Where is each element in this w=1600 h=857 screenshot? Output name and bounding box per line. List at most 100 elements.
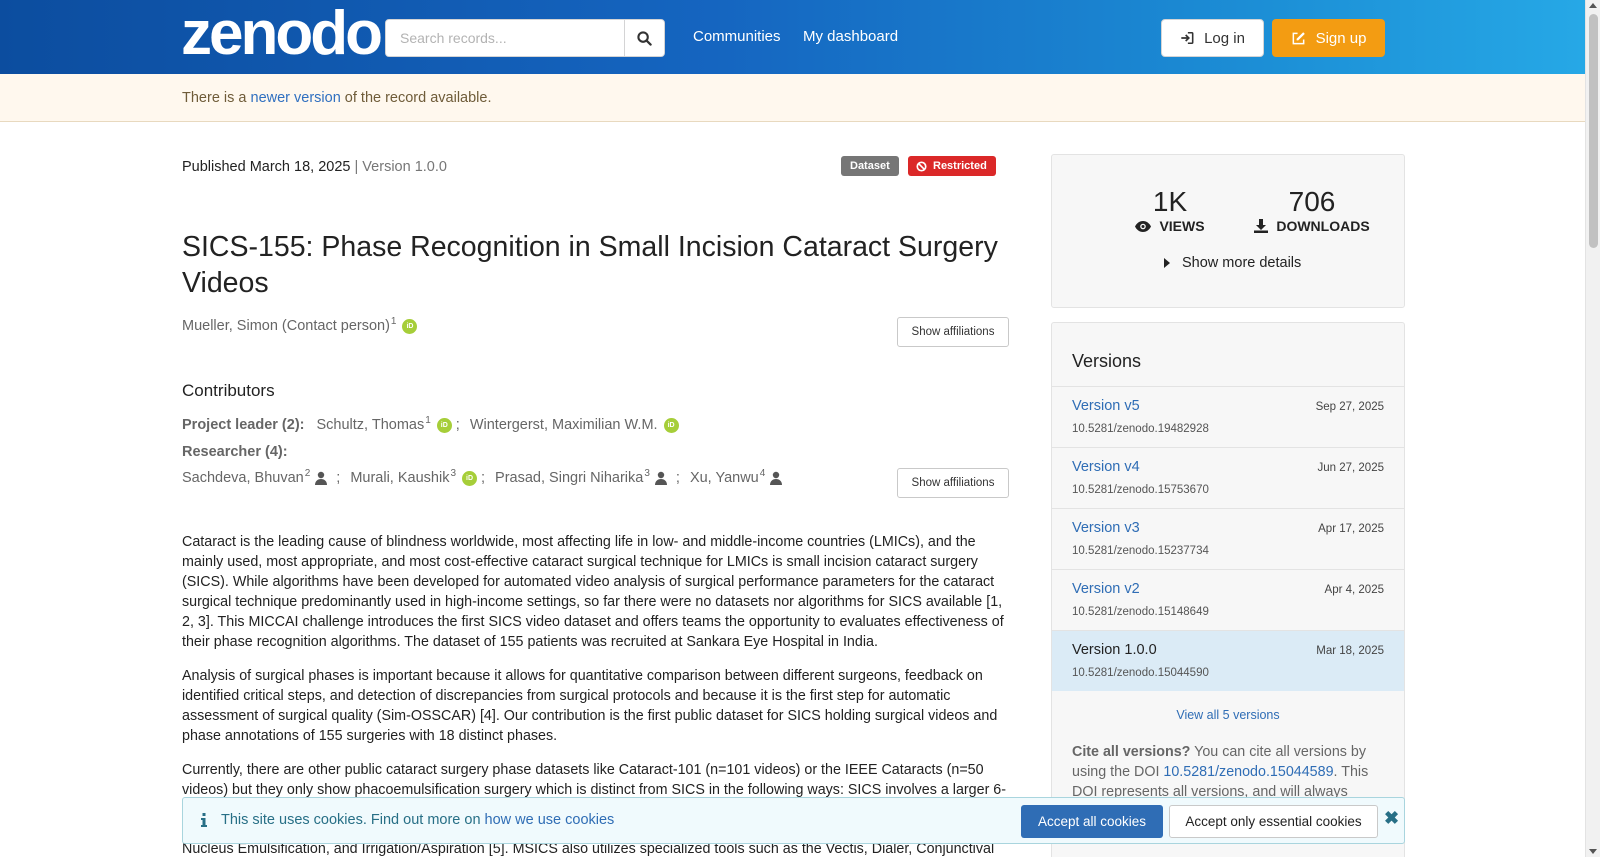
contributor-name[interactable]: Xu, Yanwu (690, 470, 759, 486)
contributor-affiliation-number: 3 (450, 467, 457, 479)
contributor-name[interactable]: Sachdeva, Bhuvan (182, 470, 304, 486)
contributor-name[interactable]: Schultz, Thomas (317, 417, 425, 433)
version-row[interactable]: Version v3 Apr 17, 2025 10.5281/zenodo.1… (1052, 508, 1404, 569)
views-count: 1K (1152, 186, 1188, 217)
versions-card: Versions Version v5 Sep 27, 2025 10.5281… (1051, 322, 1405, 857)
orcid-icon[interactable]: iD (402, 318, 418, 334)
page-scrollbar[interactable] (1585, 0, 1600, 857)
person-icon (654, 471, 667, 485)
creator: Mueller, Simon (Contact person) 1 iD (182, 315, 418, 334)
nav-my-dashboard[interactable]: My dashboard (803, 28, 898, 45)
close-icon[interactable]: ✖ (1384, 809, 1399, 827)
version-date: Mar 18, 2025 (1316, 645, 1384, 657)
downloads-label: DOWNLOADS (1276, 218, 1370, 234)
version-name[interactable]: Version v2 (1072, 581, 1140, 597)
scroll-down-arrow-icon[interactable] (1589, 849, 1597, 854)
eye-icon (1135, 220, 1152, 232)
accept-all-cookies-button[interactable]: Accept all cookies (1021, 805, 1163, 838)
version-doi: 10.5281/zenodo.15753670 (1072, 484, 1209, 496)
project-leader-role: Project leader (2): (182, 417, 305, 433)
separator: ; (675, 470, 680, 486)
published-date: Published March 18, 2025 (182, 159, 351, 175)
researcher-role-row: Researcher (4): (182, 444, 300, 460)
version-doi: 10.5281/zenodo.15237734 (1072, 545, 1209, 557)
versions-heading: Versions (1072, 351, 1142, 371)
view-all-versions-link[interactable]: View all 5 versions (1052, 708, 1404, 722)
description-paragraph: Cataract is the leading cause of blindne… (182, 534, 1004, 650)
login-label: Log in (1204, 29, 1245, 47)
cookie-text: This site uses cookies. Find out more on (221, 812, 485, 828)
show-more-details-toggle[interactable]: Show more details (1164, 255, 1301, 271)
cookie-policy-link[interactable]: how we use cookies (485, 812, 615, 828)
version-date: Sep 27, 2025 (1315, 401, 1384, 413)
newer-version-banner: There is a newer version of the record a… (0, 74, 1585, 122)
search-input[interactable] (386, 20, 626, 56)
scroll-up-arrow-icon[interactable] (1589, 3, 1597, 8)
researcher-role: Researcher (4): (182, 444, 288, 460)
contributor-name[interactable]: Murali, Kaushik (350, 470, 449, 486)
ban-icon (916, 160, 927, 172)
creator-name[interactable]: Mueller, Simon (Contact person) (182, 318, 390, 334)
search-icon (637, 30, 652, 46)
separator: ; (481, 470, 486, 486)
cookie-banner: This site uses cookies. Find out more on… (182, 797, 1405, 844)
contributor-affiliation-number: 1 (425, 414, 431, 426)
orcid-icon[interactable]: iD (462, 470, 478, 486)
version-doi: 10.5281/zenodo.15044590 (1072, 667, 1209, 679)
contributor-affiliation-number: 2 (304, 467, 311, 479)
caret-right-icon (1164, 258, 1170, 268)
version-date: Apr 4, 2025 (1324, 584, 1384, 596)
contributor-affiliation-number: 3 (644, 467, 650, 479)
version-doi: 10.5281/zenodo.15148649 (1072, 606, 1209, 618)
version-row-current[interactable]: Version 1.0.0 Mar 18, 2025 10.5281/zenod… (1052, 630, 1404, 691)
show-affiliations-button[interactable]: Show affiliations (897, 468, 1009, 498)
orcid-icon[interactable]: iD (663, 417, 679, 433)
views-stat: 1K VIEWS (1110, 186, 1230, 234)
resource-type-badge: Dataset (841, 156, 899, 176)
banner-suffix: of the record available. (340, 90, 492, 106)
contributor-name[interactable]: Prasad, Singri Niharika (495, 470, 643, 486)
cite-heading: Cite all versions? (1072, 744, 1191, 760)
newer-version-link[interactable]: newer version (251, 90, 341, 106)
version-row[interactable]: Version v4 Jun 27, 2025 10.5281/zenodo.1… (1052, 447, 1404, 508)
nav-communities[interactable]: Communities (693, 28, 781, 45)
cite-all-versions: Cite all versions? You can cite all vers… (1072, 742, 1390, 802)
version-name[interactable]: Version v5 (1072, 398, 1140, 414)
accept-essential-cookies-button[interactable]: Accept only essential cookies (1169, 805, 1378, 838)
concept-doi-link[interactable]: 10.5281/zenodo.15044589 (1163, 764, 1333, 780)
contributor-affiliation-number: 4 (759, 467, 766, 479)
orcid-icon[interactable]: iD (436, 417, 452, 433)
info-icon (201, 813, 207, 827)
person-icon (315, 471, 328, 485)
sign-in-icon (1181, 31, 1194, 45)
publication-info: Published March 18, 2025 | Version 1.0.0 (182, 159, 447, 175)
creator-affiliation-number: 1 (390, 315, 397, 327)
access-status-badge: Restricted (908, 156, 996, 176)
search-button[interactable] (624, 20, 664, 56)
banner-prefix: There is a (182, 90, 251, 106)
top-navbar: zenodo Communities My dashboard Log in S… (0, 0, 1585, 74)
scrollbar-thumb[interactable] (1589, 14, 1598, 248)
separator: ; (455, 417, 460, 433)
description-paragraph: Analysis of surgical phases is important… (182, 668, 998, 744)
version-doi: 10.5281/zenodo.19482928 (1072, 423, 1209, 435)
researchers-row: Sachdeva, Bhuvan 2 ; Murali, Kaushik 3 iD … (182, 467, 783, 486)
search-box (385, 19, 665, 57)
project-leaders-row: Project leader (2): Schultz, Thomas 1 iD … (182, 414, 679, 433)
downloads-label-row: DOWNLOADS (1242, 218, 1382, 234)
banner-text: There is a newer version of the record a… (182, 90, 492, 106)
signup-button[interactable]: Sign up (1272, 19, 1385, 57)
signup-label: Sign up (1315, 29, 1367, 47)
views-label-row: VIEWS (1110, 218, 1230, 234)
version-name[interactable]: Version v4 (1072, 459, 1140, 475)
login-button[interactable]: Log in (1161, 19, 1264, 57)
version-row[interactable]: Version v2 Apr 4, 2025 10.5281/zenodo.15… (1052, 569, 1404, 630)
zenodo-logo[interactable]: zenodo (181, 3, 383, 65)
version-number: | Version 1.0.0 (354, 159, 447, 175)
record-title: SICS-155: Phase Recognition in Small Inc… (182, 231, 998, 299)
version-date: Apr 17, 2025 (1318, 523, 1384, 535)
version-name[interactable]: Version v3 (1072, 520, 1140, 536)
show-affiliations-button[interactable]: Show affiliations (897, 317, 1009, 347)
contributor-name[interactable]: Wintergerst, Maximilian W.M. (470, 417, 658, 433)
version-row[interactable]: Version v5 Sep 27, 2025 10.5281/zenodo.1… (1052, 386, 1404, 447)
